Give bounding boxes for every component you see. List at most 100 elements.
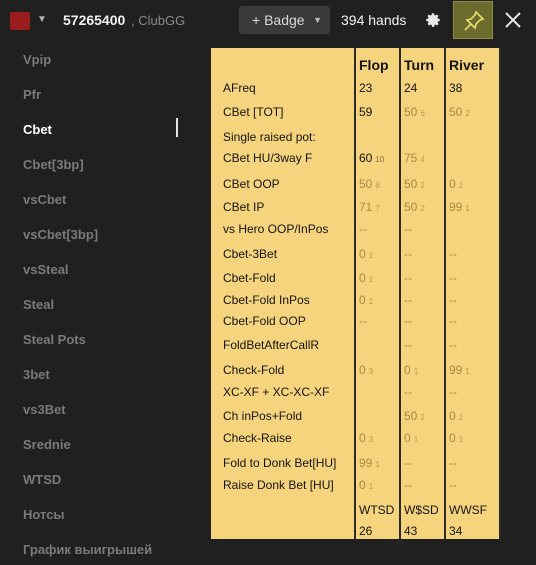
stat-value[interactable]: 99 1 [449,200,470,214]
stat-value[interactable]: -- [404,338,415,352]
stat-value[interactable]: 24 [404,81,420,95]
stat-value[interactable]: 50 2 [404,200,425,214]
sidebar-item-cbet[interactable]: Cbet [23,122,52,137]
stat-sample-size: 1 [375,460,380,469]
pin-icon [464,10,485,31]
sidebar-item-vscbet-3bp[interactable]: vsCbet[3bp] [23,227,98,242]
stat-value-text: -- [449,293,457,307]
hands-count: 394 hands [341,12,407,28]
stat-value-text: -- [404,247,412,261]
close-icon[interactable] [503,10,523,30]
stat-value[interactable]: -- [404,478,415,492]
stat-value[interactable] [359,338,362,352]
stat-value[interactable]: 50 2 [449,105,470,119]
stat-value[interactable]: 01 [359,247,373,261]
stat-value[interactable]: 50 2 [404,409,425,423]
sidebar-item-pfr[interactable]: Pfr [23,87,41,102]
stat-value[interactable]: 01 [359,293,373,307]
stat-value[interactable] [359,130,362,144]
stat-value-text: 23 [359,81,373,95]
stat-value-text: -- [404,478,412,492]
stat-value[interactable]: -- [449,385,460,399]
stat-sample-size: 1 [465,367,470,376]
stat-value-text: 0 [359,247,366,261]
stat-value[interactable]: 01 [404,363,418,377]
stat-value-text: -- [449,456,457,470]
sidebar-item-srednie[interactable]: Srednie [23,437,71,452]
stat-value[interactable]: 71 7 [359,200,380,214]
stat-value[interactable]: 99 1 [359,456,380,470]
stat-value[interactable]: 01 [449,177,463,191]
stat-value[interactable]: 38 [449,81,465,95]
stat-label: Ch inPos+Fold [223,409,303,423]
stat-value[interactable]: -- [449,456,460,470]
stat-sample-size: 2 [465,109,470,118]
stat-value[interactable]: -- [404,456,415,470]
stat-value-text: 0 [359,478,366,492]
stat-value[interactable]: 23 [359,81,375,95]
stat-value[interactable]: -- [449,293,460,307]
stat-value[interactable]: -- [449,247,460,261]
stat-value[interactable]: -- [359,222,370,236]
stat-value[interactable] [449,151,452,165]
stat-value[interactable]: 59 [359,105,375,119]
stat-value-text: 50 [404,200,418,214]
stat-value-text: -- [449,385,457,399]
stats-panel: Flop Turn River AFreq 23 24 38 CBet [TOT] 59 5… [211,48,501,539]
stat-value[interactable]: 01 [359,478,373,492]
stat-value[interactable]: 60 10 [359,151,384,165]
stat-value[interactable]: -- [449,338,460,352]
stat-value[interactable]: 50 6 [404,105,425,119]
sidebar-item-3bet[interactable]: 3bet [23,367,50,382]
sidebar-item-vpip[interactable]: Vpip [23,52,51,67]
stat-value[interactable]: 50 2 [404,177,425,191]
sidebar-item-wtsd[interactable]: WTSD [23,472,61,487]
add-badge-button[interactable]: + Badge ▼ [239,6,330,34]
stat-value-text: -- [404,293,412,307]
stat-value[interactable]: -- [404,385,415,399]
stat-value[interactable] [359,385,362,399]
sidebar-item-cbet-3bp[interactable]: Cbet[3bp] [23,157,84,172]
stat-value[interactable] [449,130,452,144]
pin-button[interactable] [453,1,493,39]
stat-value[interactable]: 01 [404,431,418,445]
color-swatch[interactable] [10,12,30,30]
stat-value-text: -- [404,271,412,285]
stat-value[interactable]: -- [449,314,460,328]
stat-value[interactable]: 01 [359,271,373,285]
stat-value[interactable]: -- [404,271,415,285]
stat-value-text: 0 [449,177,456,191]
gear-icon[interactable] [424,11,442,29]
stat-value[interactable]: 03 [359,363,373,377]
stat-value[interactable]: -- [404,314,415,328]
stat-value[interactable]: 01 [449,431,463,445]
stat-value[interactable]: -- [359,314,370,328]
stat-value[interactable]: -- [404,222,415,236]
stat-value[interactable]: -- [404,293,415,307]
stat-value[interactable]: 50 8 [359,177,380,191]
stat-value[interactable] [404,130,407,144]
stat-label: CBet [TOT] [223,105,284,119]
sidebar-item-steal-pots[interactable]: Steal Pots [23,332,86,347]
column-divider [444,48,446,539]
sidebar-item-notes[interactable]: Нотсы [23,507,65,522]
sidebar-item-vs3bet[interactable]: vs3Bet [23,402,66,417]
stat-value-text: 0 [359,431,366,445]
stat-value[interactable] [449,222,452,236]
sidebar-item-winnings-graph[interactable]: График выигрышей [23,542,152,557]
stat-value[interactable]: 01 [449,409,463,423]
stat-value[interactable]: -- [404,247,415,261]
chevron-down-icon[interactable]: ▼ [37,10,47,30]
stat-value[interactable]: -- [449,271,460,285]
sidebar-item-vscbet[interactable]: vsCbet [23,192,66,207]
stat-value[interactable]: 75 4 [404,151,425,165]
sidebar-item-steal[interactable]: Steal [23,297,54,312]
player-id: 57265400 [63,12,126,28]
stat-value[interactable] [359,409,362,423]
column-divider [499,48,501,539]
sidebar-item-vssteal[interactable]: vsSteal [23,262,69,277]
stat-value[interactable]: 99 1 [449,363,470,377]
stat-value-text: -- [404,314,412,328]
stat-value[interactable]: 03 [359,431,373,445]
stat-value[interactable]: -- [449,478,460,492]
